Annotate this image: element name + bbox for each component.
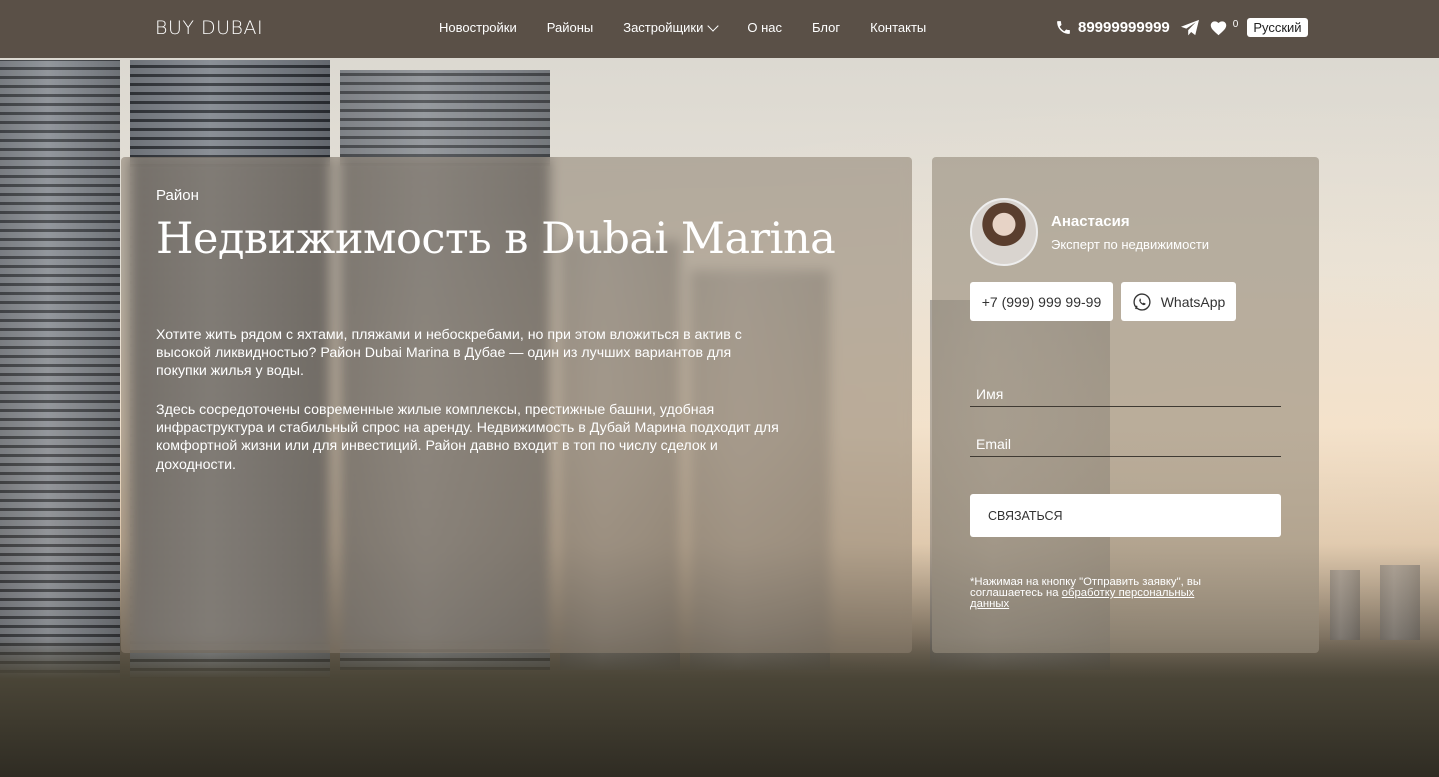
consent-disclaimer: *Нажимая на кнопку "Отправить заявку", в… [970,576,1201,610]
telegram-icon[interactable] [1180,19,1200,37]
name-field[interactable] [970,381,1281,407]
phone-icon[interactable] [1055,19,1072,36]
site-logo[interactable]: BUY DUBAI [155,17,263,39]
nav-item-contacts[interactable]: Контакты [870,20,926,35]
main-nav: Новостройки Районы Застройщики О нас Бло… [439,19,956,35]
nav-item-new-buildings[interactable]: Новостройки [439,20,517,35]
whatsapp-icon [1133,292,1151,311]
district-label: Район [156,187,199,204]
agent-avatar [970,198,1038,266]
nav-item-about[interactable]: О нас [747,20,782,35]
nav-item-districts[interactable]: Районы [547,20,593,35]
nav-item-blog[interactable]: Блог [812,20,840,35]
details-paragraph: Здесь сосредоточены современные жилые ко… [156,402,779,473]
language-selector[interactable]: Русский [1247,18,1308,37]
email-field[interactable] [970,431,1281,457]
heart-icon[interactable] [1209,19,1228,36]
email-input[interactable] [970,431,1281,456]
agent-name: Анастасия [1051,213,1130,230]
whatsapp-button[interactable]: WhatsApp [1121,282,1236,321]
favorites-count: 0 [1232,19,1239,30]
intro-paragraph: Хотите жить рядом с яхтами, пляжами и не… [156,327,742,380]
contact-submit-button[interactable]: СВЯЗАТЬСЯ [970,494,1281,537]
call-phone-button[interactable]: +7 (999) 999 99-99 [970,282,1113,321]
agent-role: Эксперт по недвижимости [1051,237,1210,252]
nav-item-developers[interactable]: Застройщики [623,19,720,35]
site-header: BUY DUBAI Новостройки Районы Застройщики… [0,0,1439,58]
name-input[interactable] [970,381,1281,406]
chevron-down-icon [707,19,720,32]
page-title: Недвижимость в Dubai Marina [156,214,836,264]
header-phone-number[interactable]: 89999999999 [1078,19,1170,36]
header-actions: 89999999999 0 Русский [1055,18,1308,37]
